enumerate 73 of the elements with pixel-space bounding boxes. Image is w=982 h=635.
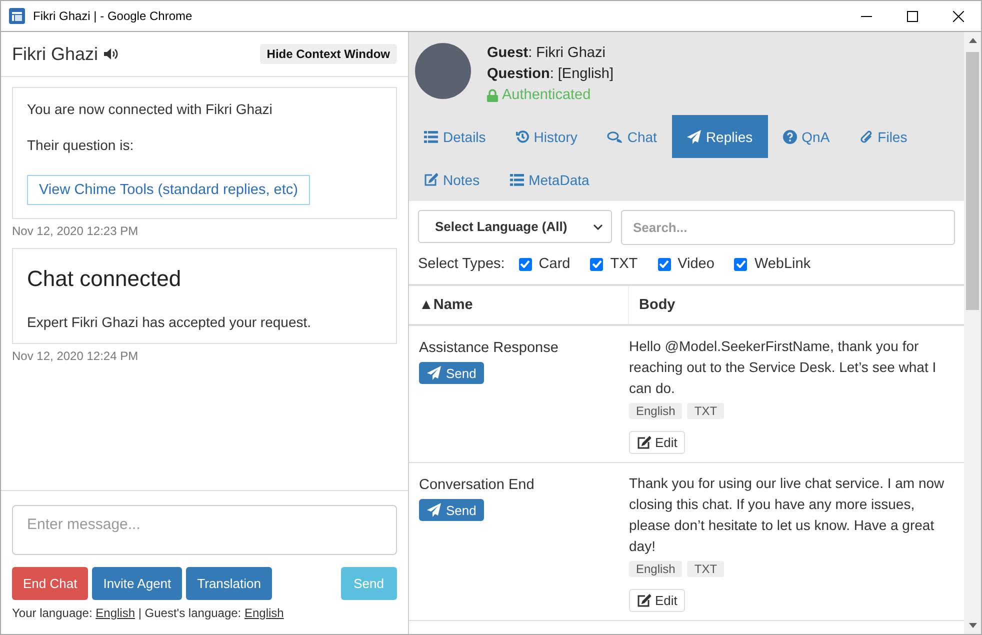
history-icon <box>516 130 529 143</box>
type-label: Card <box>538 256 570 272</box>
contact-name: Fikri Ghazi <box>12 44 98 64</box>
type-label: Video <box>678 256 714 272</box>
search-field[interactable]: Search... <box>621 210 955 245</box>
end-chat-button[interactable]: End Chat <box>12 567 88 600</box>
type-label: WebLink <box>754 256 811 272</box>
scrollbar[interactable] <box>964 32 981 634</box>
chime-tools-link[interactable]: View Chime Tools (standard replies, etc) <box>27 175 310 205</box>
message-heading: Chat connected <box>27 266 182 292</box>
edit-icon <box>424 173 438 186</box>
paperclip-icon <box>860 130 873 144</box>
types-label: Select Types: <box>418 256 505 272</box>
reply-body: Hello @Model.SeekerFirstName, thank you for reaching out to the Service Desk. Let’s see what I can do. <box>629 337 938 398</box>
list-icon <box>424 130 438 142</box>
type-checkbox[interactable] <box>518 258 532 270</box>
tab[interactable]: Replies <box>672 115 768 158</box>
language-link[interactable]: English <box>96 606 135 620</box>
type-checkbox[interactable] <box>734 258 748 270</box>
column-header: Body <box>638 296 676 315</box>
type-label: TXT <box>610 256 638 272</box>
paper-plane-icon <box>686 130 701 144</box>
app-logo-icon <box>9 8 25 24</box>
action-button[interactable]: Translation <box>186 567 272 600</box>
edit-reply-button[interactable]: Edit <box>629 431 686 454</box>
edit-icon <box>637 594 651 607</box>
edit-icon <box>637 436 651 449</box>
reply-tag: English <box>629 403 682 419</box>
scroll-up-icon[interactable] <box>968 38 976 43</box>
edit-reply-button[interactable]: Edit <box>629 589 686 612</box>
message-text: Their question is: <box>27 137 135 153</box>
caret-icon <box>593 224 603 230</box>
tab[interactable]: Files <box>844 115 922 158</box>
message-text: You are now connected with Fikri Ghazi <box>27 101 274 117</box>
send-reply-button[interactable]: Send <box>419 499 484 521</box>
guest-question: Question: [English] <box>487 65 614 84</box>
reply-name: Conversation End <box>419 477 536 493</box>
reply-tag: TXT <box>687 403 724 419</box>
hide-context-button[interactable]: Hide Context Window <box>260 44 397 64</box>
type-checkbox[interactable] <box>590 258 604 270</box>
tab[interactable]: History <box>500 115 592 158</box>
message-input[interactable]: Enter message... <box>12 505 397 555</box>
close-icon <box>952 10 964 22</box>
window-title: Fikri Ghazi | - Google Chrome <box>33 9 194 23</box>
column-header[interactable]: ▲Name <box>409 286 629 324</box>
language-link[interactable]: English <box>244 606 284 620</box>
message-time: Nov 12, 2020 12:23 PM <box>12 224 140 238</box>
paper-plane-icon <box>427 503 441 517</box>
tab[interactable]: Details <box>409 115 501 158</box>
type-checkbox[interactable] <box>658 258 671 270</box>
reply-tag: TXT <box>687 561 724 577</box>
guest-name: Guest: Fikri Ghazi <box>487 44 606 63</box>
list-icon <box>510 174 524 186</box>
message-text: Expert Fikri Ghazi has accepted your request. <box>27 314 312 330</box>
reply-name: Assistance Response <box>419 340 560 356</box>
scroll-down-icon[interactable] <box>968 623 976 628</box>
question-circle-icon <box>782 130 797 144</box>
send-reply-button[interactable]: Send <box>419 362 484 384</box>
language-select[interactable]: Select Language (All) <box>418 210 612 243</box>
tab[interactable]: Notes <box>409 158 495 201</box>
maximize-icon <box>906 10 918 22</box>
reply-tag: English <box>629 561 682 577</box>
lock-icon <box>487 89 498 102</box>
action-button[interactable]: Invite Agent <box>92 567 182 600</box>
tab[interactable]: QnA <box>768 115 845 158</box>
paper-plane-icon <box>427 366 441 380</box>
tab[interactable]: MetaData <box>494 158 604 201</box>
auth-status: Authenticated <box>502 86 591 105</box>
speaker-icon[interactable] <box>104 48 118 60</box>
tab[interactable]: Chat <box>592 115 672 158</box>
message-time: Nov 12, 2020 12:24 PM <box>12 349 140 363</box>
language-info: Your language: English | Guest's language: English <box>12 606 285 620</box>
reply-body: Thank you for using our live chat service. I am now closing this chat. If you have any more issues, please don’t hesitate to let us know. Have a great day! <box>629 474 946 556</box>
